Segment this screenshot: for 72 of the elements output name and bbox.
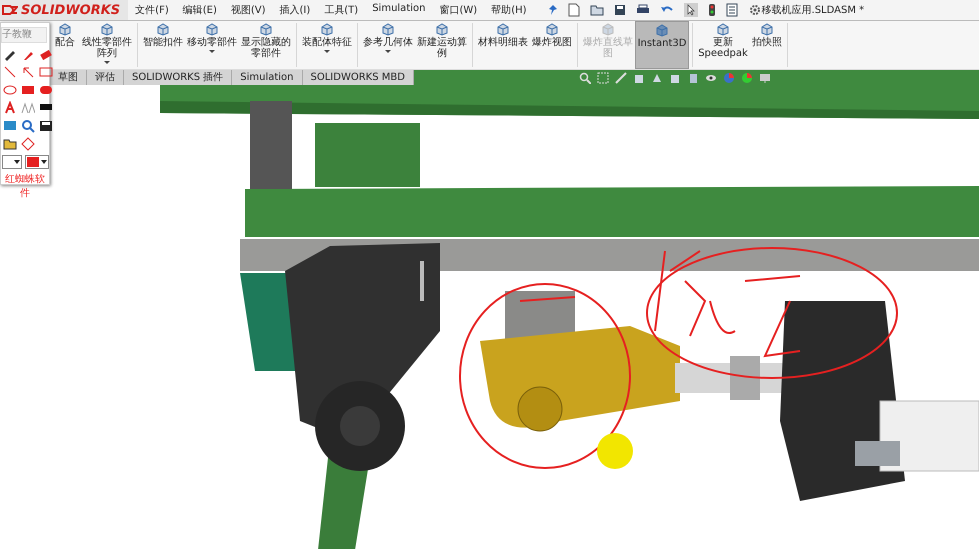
- caret-icon: [209, 50, 215, 53]
- pointer-icon[interactable]: [684, 3, 698, 17]
- ribbon-button[interactable]: Instant3D: [635, 21, 689, 69]
- zoom-area-icon[interactable]: [596, 72, 609, 84]
- part-icon: [156, 23, 170, 36]
- line-icon[interactable]: [3, 65, 17, 79]
- ellipse-icon[interactable]: [3, 83, 17, 97]
- document-title: 移载机应用.SLDASM *: [762, 4, 864, 17]
- section-view-icon[interactable]: [614, 72, 627, 84]
- folder-icon[interactable]: [3, 137, 17, 151]
- open-folder-icon[interactable]: [590, 4, 604, 16]
- part-icon: [205, 23, 219, 36]
- monitor-icon[interactable]: [3, 119, 17, 133]
- ribbon-button[interactable]: 拍快照: [750, 21, 784, 69]
- menu-item[interactable]: 帮助(H): [484, 3, 534, 17]
- line-width-dropdown[interactable]: [2, 155, 22, 169]
- part-icon: [716, 23, 730, 36]
- filled-rounded-rectangle-icon[interactable]: [39, 83, 53, 97]
- part-icon: [100, 23, 114, 36]
- menu-item[interactable]: Simulation: [365, 3, 432, 17]
- text-icon[interactable]: [3, 101, 17, 115]
- menu-item[interactable]: 文件(F): [128, 3, 176, 17]
- ribbon-button[interactable]: 材料明细表: [476, 21, 530, 69]
- settings-icon[interactable]: [748, 3, 762, 17]
- pin-icon[interactable]: [548, 4, 558, 16]
- part-icon: [655, 24, 669, 37]
- ribbon-button[interactable]: 装配体特征: [300, 21, 354, 69]
- ribbon-button[interactable]: 新建运动算例: [415, 21, 469, 69]
- print-icon[interactable]: [636, 4, 650, 16]
- ribbon-button[interactable]: 智能扣件: [141, 21, 185, 69]
- caret-icon: [385, 50, 391, 53]
- part-icon: [545, 23, 559, 36]
- diamond-icon[interactable]: [21, 137, 35, 151]
- part-icon: [58, 23, 72, 36]
- part-icon: [760, 23, 774, 36]
- ribbon-button[interactable]: 参考几何体: [361, 21, 415, 69]
- part-icon: [381, 23, 395, 36]
- ribbon-button[interactable]: 更新 Speedpak: [696, 21, 750, 69]
- menu-item[interactable]: 工具(T): [317, 3, 366, 17]
- color-picker[interactable]: [25, 155, 49, 169]
- menu-item[interactable]: 编辑(E): [176, 3, 224, 17]
- cursor-highlight-icon: [597, 433, 633, 469]
- file-properties-icon[interactable]: [726, 3, 738, 17]
- ribbon-button[interactable]: 配合: [50, 21, 80, 69]
- part-icon: [320, 23, 334, 36]
- traffic-light-icon[interactable]: [708, 3, 716, 17]
- part-icon: [601, 23, 615, 36]
- eraser-icon[interactable]: [39, 47, 53, 61]
- app-logo: SOLIDWORKS: [21, 2, 120, 18]
- part-icon: [435, 23, 449, 36]
- menu-item[interactable]: 插入(I): [272, 3, 318, 17]
- panel-title: 红蜘蛛软件: [4, 172, 46, 200]
- ribbon-button[interactable]: 移动零部件: [185, 21, 239, 69]
- menu-item[interactable]: 窗口(W): [432, 3, 484, 17]
- part-icon: [496, 23, 510, 36]
- caret-icon: [324, 50, 330, 53]
- ribbon-button[interactable]: 爆炸视图: [530, 21, 574, 69]
- menu-item[interactable]: 视图(V): [224, 3, 273, 17]
- zoom-icon[interactable]: [578, 72, 591, 84]
- monitor-icon[interactable]: [758, 72, 771, 84]
- ds-logo-icon: [2, 4, 18, 16]
- new-document-icon[interactable]: [568, 3, 580, 17]
- save-icon[interactable]: [39, 119, 53, 133]
- ribbon-button[interactable]: 显示隐藏的零部件: [239, 21, 293, 69]
- magnifier-icon[interactable]: [21, 119, 35, 133]
- caret-icon: [104, 61, 110, 64]
- filled-rectangle-icon[interactable]: [21, 83, 35, 97]
- arrow-icon[interactable]: [21, 65, 35, 79]
- ribbon-button[interactable]: 线性零部件阵列: [80, 21, 134, 69]
- rectangle-icon[interactable]: [39, 65, 53, 79]
- part-icon: [259, 23, 273, 36]
- save-icon[interactable]: [614, 4, 626, 16]
